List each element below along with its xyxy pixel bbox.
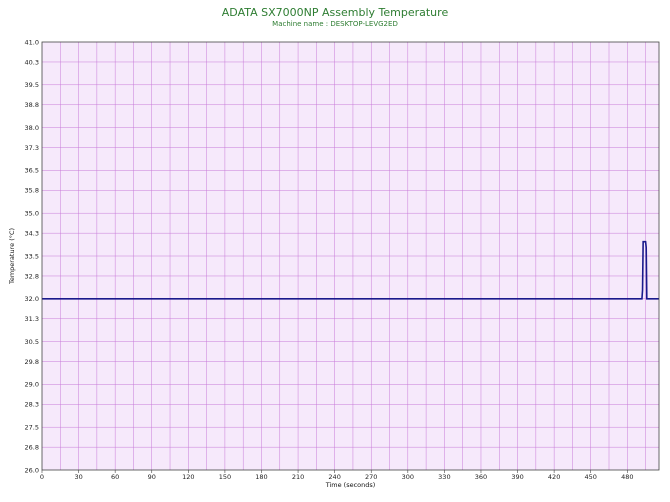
x-tick-label: 420 [548, 473, 560, 481]
x-tick-label: 120 [182, 473, 194, 481]
x-tick-label: 0 [40, 473, 44, 481]
y-tick-label: 26.0 [25, 466, 39, 474]
x-tick-label: 90 [148, 473, 156, 481]
y-tick-label: 31.3 [25, 315, 39, 323]
y-tick-label: 39.5 [25, 81, 39, 89]
y-tick-label: 35.0 [25, 210, 39, 218]
y-tick-label: 36.5 [25, 167, 39, 175]
y-tick-label: 40.3 [25, 58, 39, 66]
x-axis-ticks: 0 30 60 90 120 150 180 210 240 270 300 330 360 390 420… [40, 470, 634, 481]
x-tick-label: 330 [438, 473, 450, 481]
y-tick-label: 29.8 [25, 358, 39, 366]
y-tick-label: 41.0 [25, 38, 39, 46]
y-tick-label: 37.3 [25, 144, 39, 152]
x-tick-label: 480 [621, 473, 633, 481]
y-tick-label: 35.8 [25, 187, 39, 195]
x-tick-label: 360 [475, 473, 487, 481]
y-tick-label: 28.3 [25, 401, 39, 409]
x-tick-label: 180 [255, 473, 267, 481]
y-tick-label: 26.8 [25, 443, 39, 451]
y-tick-label: 30.5 [25, 338, 39, 346]
y-axis-ticks: 26.0 26.8 27.5 28.3 29.0 29.8 30.5 31.3 32.0 32.8… [25, 38, 39, 474]
x-tick-label: 150 [219, 473, 231, 481]
temperature-chart: 0 30 60 90 120 150 180 210 240 270 300 330 360 390 420… [8, 38, 660, 489]
y-tick-label: 29.0 [25, 381, 39, 389]
y-tick-label: 34.3 [25, 229, 39, 237]
y-tick-label: 38.8 [25, 101, 39, 109]
y-tick-label: 32.0 [25, 295, 39, 303]
y-tick-label: 38.0 [25, 124, 39, 132]
x-tick-label: 210 [292, 473, 304, 481]
x-tick-label: 240 [328, 473, 340, 481]
x-tick-label: 270 [365, 473, 377, 481]
x-axis-label: Time (seconds) [325, 481, 376, 489]
x-tick-label: 450 [585, 473, 597, 481]
x-tick-label: 300 [402, 473, 414, 481]
x-tick-label: 390 [511, 473, 523, 481]
y-axis-label: Temperature (°C) [8, 228, 16, 285]
y-tick-label: 33.5 [25, 252, 39, 260]
x-tick-label: 60 [111, 473, 119, 481]
x-tick-label: 30 [74, 473, 82, 481]
y-tick-label: 27.5 [25, 424, 39, 432]
y-tick-label: 32.8 [25, 272, 39, 280]
